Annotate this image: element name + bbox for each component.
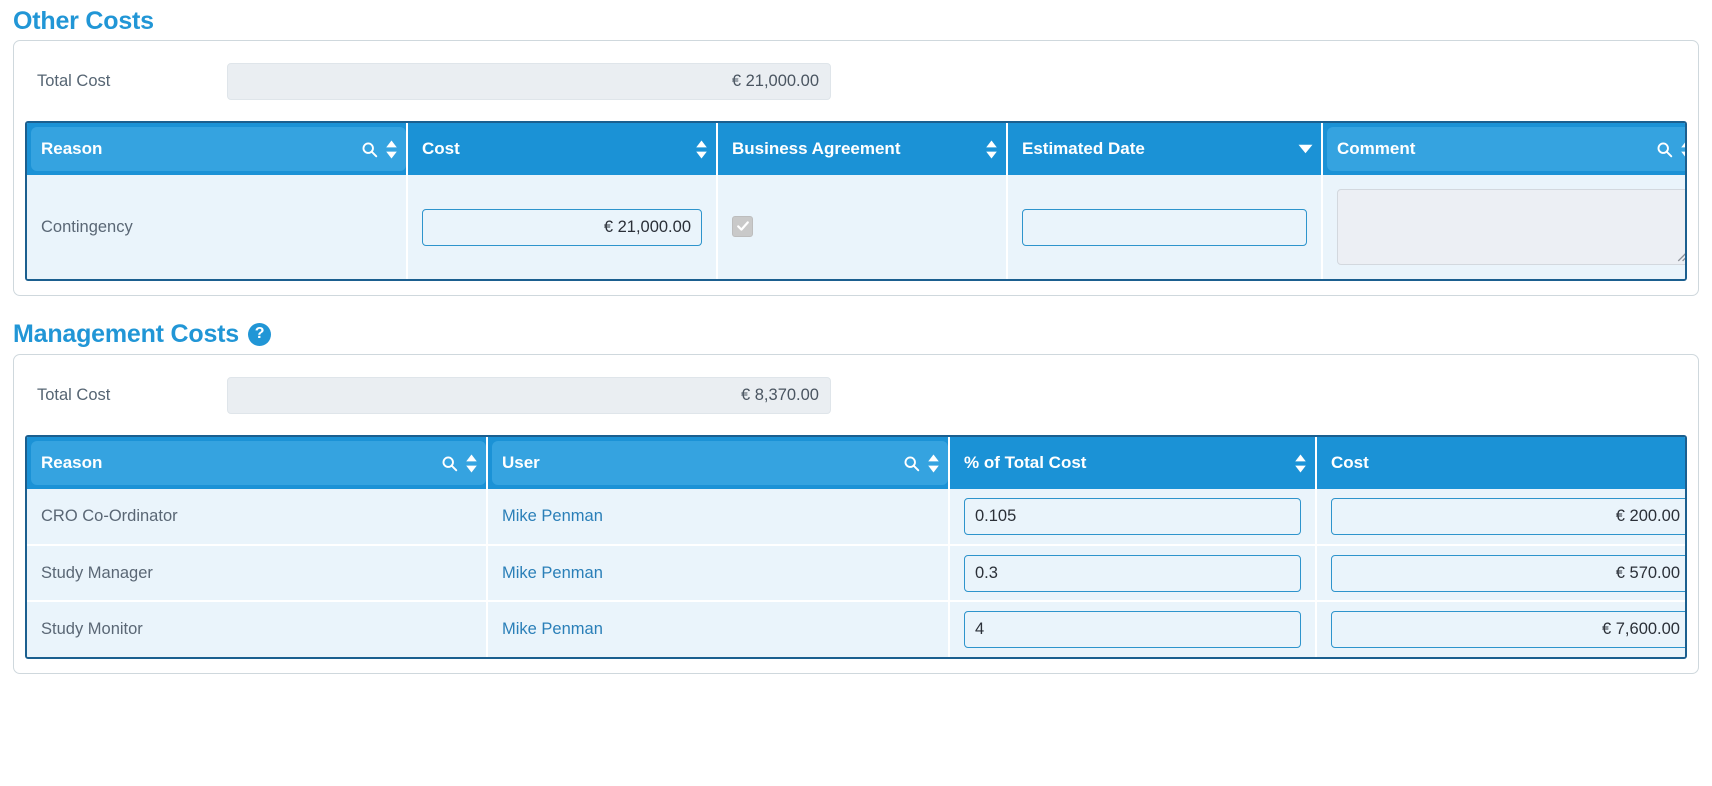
check-icon (736, 221, 749, 231)
costs-page: Other Costs Total Cost € 21,000.00 Reaso… (0, 0, 1712, 786)
section-title-other-costs: Other Costs (0, 0, 1712, 40)
column-header-cost[interactable]: Cost (1316, 437, 1685, 489)
column-header-reason[interactable]: Reason (27, 123, 408, 175)
percent-input[interactable]: 4 (964, 611, 1301, 648)
column-header-percent-of-total-cost[interactable]: % of Total Cost (949, 437, 1317, 489)
column-header-label: Estimated Date (1022, 139, 1145, 158)
cell-reason: CRO Co-Ordinator (27, 489, 488, 545)
column-header-comment[interactable]: Comment (1322, 123, 1685, 175)
table-row: Study Monitor Mike Penman 4 € 7,600.00 (27, 600, 1685, 657)
management-costs-grid: Reason User % of Total Cost Cost CRO Co-… (25, 435, 1687, 659)
column-header-cost[interactable]: Cost (407, 123, 718, 175)
sort-both-icon[interactable] (695, 140, 708, 159)
column-header-label: Reason (41, 453, 103, 472)
resize-handle-icon[interactable] (1675, 249, 1687, 262)
cell-comment (1322, 175, 1687, 279)
sort-both-icon[interactable] (385, 140, 398, 159)
cell-cost: € 7,600.00 (1316, 600, 1685, 657)
cost-input[interactable]: € 570.00 (1331, 554, 1685, 592)
reason-value: Contingency (41, 217, 133, 236)
cell-reason: Study Manager (27, 544, 488, 601)
cell-percent: 4 (949, 600, 1317, 657)
business-agreement-checkbox[interactable] (732, 215, 753, 237)
management-costs-total-value: € 8,370.00 (227, 377, 831, 414)
column-header-label: User (502, 453, 540, 472)
cell-reason: Study Monitor (27, 600, 488, 657)
sort-both-icon[interactable] (465, 454, 478, 473)
user-link[interactable]: Mike Penman (502, 564, 603, 582)
cell-business-agreement (717, 175, 1008, 279)
cell-cost: € 570.00 (1316, 544, 1685, 601)
other-costs-panel: Total Cost € 21,000.00 Reason Cost Busin… (13, 40, 1699, 296)
cell-reason: Contingency (27, 175, 408, 279)
table-row: CRO Co-Ordinator Mike Penman 0.105 € 200… (27, 489, 1685, 545)
cell-user: Mike Penman (487, 600, 950, 657)
column-header-label: Reason (41, 139, 103, 158)
management-costs-panel: Total Cost € 8,370.00 Reason User % of T… (13, 354, 1699, 674)
percent-input[interactable]: 0.105 (964, 498, 1301, 535)
table-row: Contingency € 21,000.00 (27, 175, 1687, 279)
search-icon[interactable] (441, 455, 458, 472)
cell-cost: € 200.00 (1316, 489, 1685, 545)
help-icon[interactable]: ? (248, 322, 272, 346)
search-icon[interactable] (903, 455, 920, 472)
other-costs-grid: Reason Cost Business Agreement Estimated… (25, 121, 1687, 281)
section-title-management-costs: Management Costs ? (0, 296, 1712, 354)
sort-desc-icon[interactable] (1298, 144, 1313, 154)
other-costs-total-label: Total Cost (37, 72, 111, 90)
column-header-label: % of Total Cost (964, 453, 1087, 472)
user-link[interactable]: Mike Penman (502, 507, 603, 525)
sort-both-icon[interactable] (927, 454, 940, 473)
management-costs-total-row: Total Cost € 8,370.00 (25, 371, 1687, 417)
cell-cost: € 21,000.00 (407, 175, 718, 279)
section-title-text: Management Costs (13, 319, 240, 348)
cost-input[interactable]: € 21,000.00 (422, 208, 702, 246)
cell-percent: 0.3 (949, 544, 1317, 601)
table-row: Study Manager Mike Penman 0.3 € 570.00 (27, 544, 1685, 601)
column-header-reason[interactable]: Reason (27, 437, 488, 489)
section-title-text: Other Costs (13, 6, 154, 35)
cost-input[interactable]: € 200.00 (1331, 498, 1685, 535)
user-link[interactable]: Mike Penman (502, 620, 603, 638)
estimated-date-input[interactable] (1022, 208, 1307, 246)
column-header-label: Cost (422, 139, 460, 158)
sort-both-icon[interactable] (1294, 454, 1307, 473)
sort-both-icon[interactable] (1684, 454, 1685, 473)
sort-both-icon[interactable] (985, 140, 998, 159)
cell-user: Mike Penman (487, 489, 950, 545)
column-header-label: Cost (1331, 453, 1369, 472)
other-costs-header-row: Reason Cost Business Agreement Estimated… (27, 123, 1685, 175)
column-header-estimated-date[interactable]: Estimated Date (1007, 123, 1323, 175)
reason-value: Study Manager (41, 563, 153, 582)
sort-both-icon[interactable] (1680, 140, 1685, 159)
column-header-business-agreement[interactable]: Business Agreement (717, 123, 1008, 175)
search-icon[interactable] (361, 141, 378, 158)
cost-input[interactable]: € 7,600.00 (1331, 611, 1685, 648)
other-costs-total-value: € 21,000.00 (227, 63, 831, 100)
column-header-user[interactable]: User (487, 437, 950, 489)
column-header-label: Business Agreement (732, 139, 901, 158)
cell-percent: 0.105 (949, 489, 1317, 545)
search-icon[interactable] (1656, 141, 1673, 158)
percent-input[interactable]: 0.3 (964, 554, 1301, 592)
reason-value: Study Monitor (41, 620, 143, 638)
other-costs-total-row: Total Cost € 21,000.00 (25, 57, 1687, 103)
cell-estimated-date (1007, 175, 1323, 279)
cell-user: Mike Penman (487, 544, 950, 601)
management-costs-header-row: Reason User % of Total Cost Cost (27, 437, 1685, 489)
comment-textarea[interactable] (1337, 189, 1687, 265)
column-header-label: Comment (1337, 139, 1416, 158)
management-costs-total-label: Total Cost (37, 386, 111, 404)
reason-value: CRO Co-Ordinator (41, 507, 178, 525)
